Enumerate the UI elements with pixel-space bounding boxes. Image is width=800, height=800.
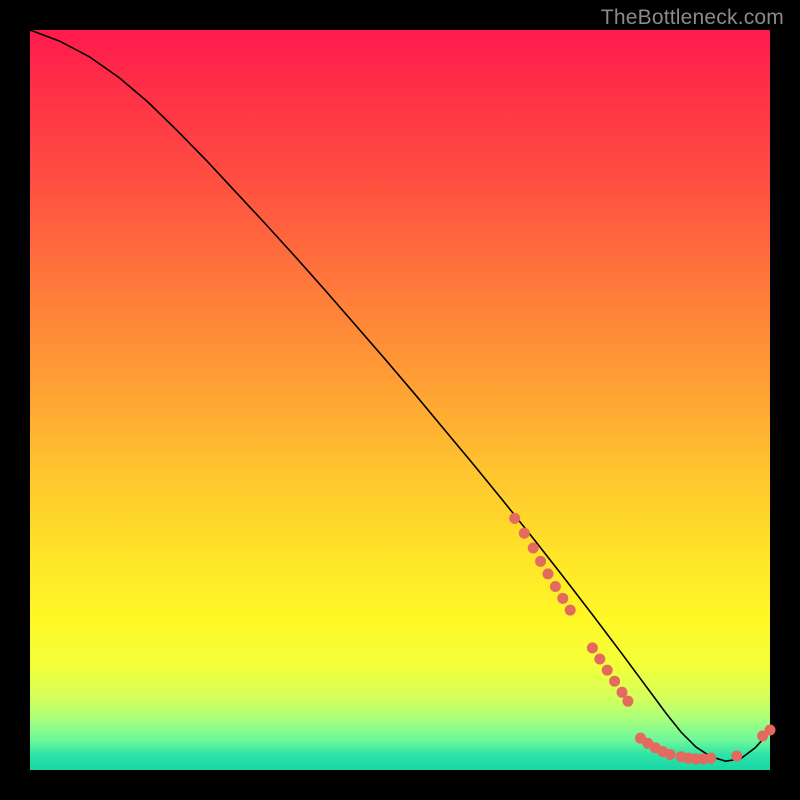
marker-point [765,725,776,736]
marker-point [509,513,520,524]
marker-point [528,543,539,554]
marker-point [550,581,561,592]
marker-point [731,750,742,761]
markers-group [509,513,775,765]
marker-point [519,528,530,539]
watermark-label: TheBottleneck.com [601,6,784,30]
marker-point [665,749,676,760]
chart-overlay [30,30,770,770]
marker-point [565,605,576,616]
marker-point [543,568,554,579]
chart-stage: TheBottleneck.com [0,0,800,800]
marker-point [705,753,716,764]
marker-point [557,593,568,604]
bottleneck-curve [30,30,770,761]
marker-point [587,642,598,653]
marker-point [609,676,620,687]
marker-point [602,665,613,676]
marker-point [622,696,633,707]
marker-point [535,556,546,567]
marker-point [594,654,605,665]
